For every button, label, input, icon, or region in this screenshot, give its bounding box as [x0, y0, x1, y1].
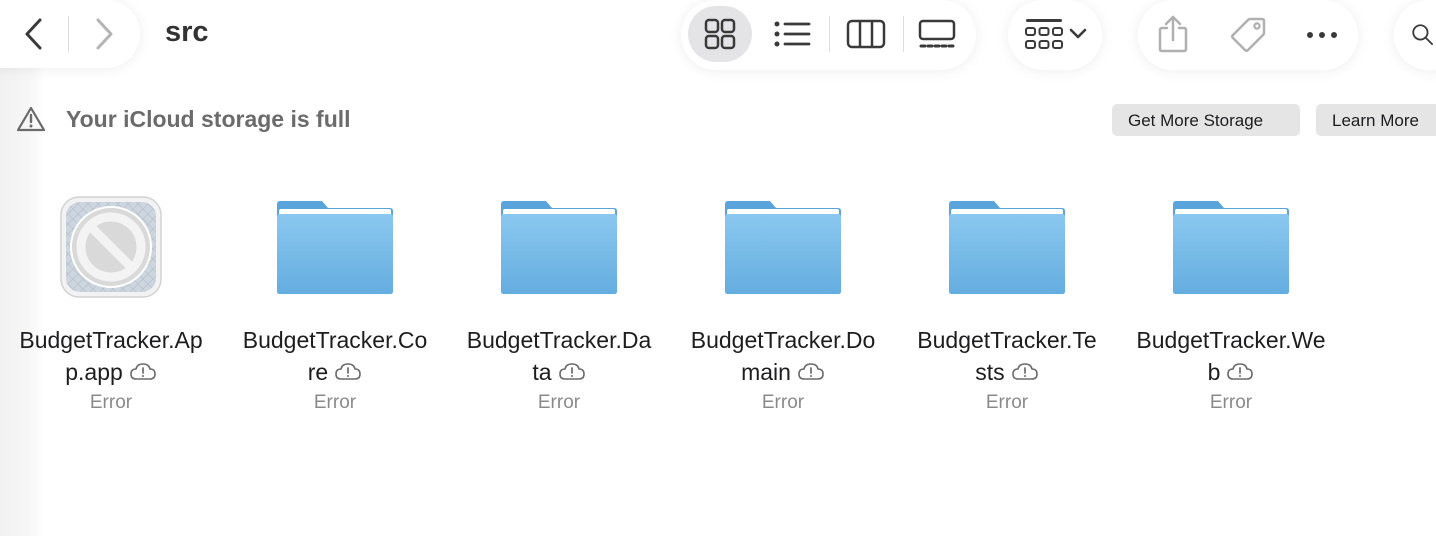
file-item-folder[interactable]: BudgetTracker.We b Error	[1119, 190, 1343, 414]
forward-icon	[96, 18, 113, 50]
get-more-storage-button[interactable]: Get More Storage	[1112, 104, 1300, 136]
warning-icon	[16, 105, 46, 138]
cloud-error-icon	[1227, 363, 1254, 380]
views-divider-2	[903, 16, 904, 52]
file-status: Error	[1209, 392, 1253, 413]
file-name: BudgetTracker.Ap p.app	[0, 324, 223, 388]
list-view-icon	[774, 21, 811, 47]
more-button[interactable]	[1298, 12, 1346, 58]
search-icon	[1412, 24, 1434, 46]
cloud-error-icon	[1011, 363, 1038, 380]
file-name: BudgetTracker.Te sts	[895, 324, 1119, 388]
share-icon	[1158, 15, 1188, 53]
file-name: BudgetTracker.Do main	[671, 324, 895, 388]
back-button[interactable]	[14, 12, 54, 56]
gallery-view-button[interactable]	[912, 12, 962, 56]
icon-view-button[interactable]	[696, 12, 744, 56]
views-divider-1	[829, 16, 830, 52]
file-status: Error	[89, 392, 133, 413]
tag-button[interactable]	[1224, 12, 1272, 58]
file-status: Error	[313, 392, 357, 413]
folder-icon	[501, 201, 617, 294]
gallery-view-icon	[918, 19, 956, 48]
file-item-folder[interactable]: BudgetTracker.Da ta Error	[447, 190, 671, 414]
cloud-error-icon	[335, 363, 362, 380]
storage-warning-text: Your iCloud storage is full	[66, 106, 351, 132]
search-button[interactable]	[1410, 14, 1436, 56]
file-name-line1: BudgetTracker.We	[1136, 327, 1326, 353]
file-status: Error	[985, 392, 1029, 413]
file-name-line2: ta	[532, 359, 552, 385]
file-name-line2: p.app	[65, 359, 123, 385]
file-name: BudgetTracker.Co re	[223, 324, 447, 388]
icon-view-icon	[704, 18, 736, 50]
group-icon	[1025, 19, 1063, 49]
file-name-line2: main	[741, 359, 791, 385]
folder-icon	[1173, 201, 1289, 294]
column-view-button[interactable]	[842, 12, 890, 56]
file-name-line1: BudgetTracker.Da	[466, 327, 652, 353]
tag-icon	[1231, 17, 1266, 52]
folder-icon	[949, 201, 1065, 294]
file-name-line2: sts	[975, 359, 1005, 385]
file-name: BudgetTracker.Da ta	[447, 324, 671, 388]
file-item-app[interactable]: BudgetTracker.Ap p.app Error	[0, 190, 223, 414]
group-button[interactable]	[1016, 12, 1096, 56]
back-icon	[25, 18, 42, 50]
file-name: BudgetTracker.We b	[1119, 324, 1343, 388]
file-item-folder[interactable]: BudgetTracker.Co re Error	[223, 190, 447, 414]
file-name-line2: re	[307, 359, 329, 385]
column-view-icon	[846, 19, 886, 49]
learn-more-button[interactable]: Learn More	[1316, 104, 1436, 136]
app-blocked-icon	[60, 196, 162, 298]
folder-icon	[725, 201, 841, 294]
folder-icon	[277, 201, 393, 294]
file-status: Error	[537, 392, 581, 413]
window-title: src	[165, 16, 209, 48]
file-item-folder[interactable]: BudgetTracker.Do main Error	[671, 190, 895, 414]
nav-divider	[68, 16, 69, 52]
file-name-line1: BudgetTracker.Do	[690, 327, 876, 353]
cloud-error-icon	[798, 363, 824, 380]
file-name-line2: b	[1207, 359, 1221, 385]
file-status: Error	[761, 392, 805, 413]
file-name-line1: BudgetTracker.Ap	[19, 327, 203, 353]
chevron-down-icon	[1069, 28, 1087, 39]
cloud-error-icon	[129, 363, 156, 380]
list-view-button[interactable]	[768, 12, 816, 56]
file-name-line1: BudgetTracker.Te	[917, 327, 1097, 353]
forward-button[interactable]	[84, 12, 124, 56]
toolbar: src	[0, 0, 1436, 80]
share-button[interactable]	[1150, 10, 1196, 58]
cloud-error-icon	[558, 363, 585, 380]
more-icon	[1307, 32, 1337, 38]
file-name-line1: BudgetTracker.Co	[242, 327, 428, 353]
file-item-folder[interactable]: BudgetTracker.Te sts Error	[895, 190, 1119, 414]
